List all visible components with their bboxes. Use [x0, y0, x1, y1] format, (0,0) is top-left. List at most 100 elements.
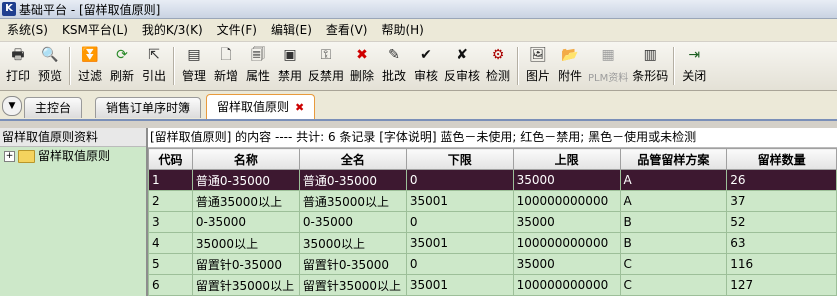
table-cell[interactable]: 37 [726, 190, 837, 212]
attachment-button[interactable]: 📂 附件 [554, 46, 586, 84]
check-button[interactable]: ⚙ 检测 [482, 46, 514, 84]
table-cell[interactable]: 0-35000 [298, 211, 407, 233]
column-header[interactable]: 品管留样方案 [619, 148, 728, 170]
table-cell[interactable]: 35000 [512, 253, 621, 275]
table-cell[interactable]: A [619, 190, 728, 212]
table-cell[interactable]: 116 [726, 253, 837, 275]
table-cell[interactable]: 留置针0-35000 [298, 253, 407, 275]
table-cell[interactable]: 留置针35000以上 [298, 274, 407, 296]
check-icon: ⚙ [491, 47, 505, 63]
enable-button[interactable]: ⚿ 反禁用 [306, 46, 346, 84]
column-header[interactable]: 名称 [191, 148, 300, 170]
table-cell[interactable]: 35001 [405, 232, 514, 254]
table-row[interactable]: 6 留置针35000以上 留置针35000以上 35001 100000000000 C 1… [148, 274, 837, 296]
table-cell[interactable]: 普通0-35000 [191, 169, 300, 191]
tab-list-dropdown-icon[interactable]: ▼ [2, 96, 22, 116]
menu-item[interactable]: 系统(S) [0, 19, 55, 41]
close-icon: ⇥ [688, 47, 701, 63]
table-cell[interactable]: 普通0-35000 [298, 169, 407, 191]
table-cell[interactable]: 127 [726, 274, 837, 296]
unapprove-button[interactable]: ✘ 反审核 [442, 46, 482, 84]
table-cell[interactable]: 1 [148, 169, 193, 191]
table-cell[interactable]: 100000000000 [512, 274, 621, 296]
table-row[interactable]: 4 35000以上 35000以上 35001 100000000000 B 63 [148, 232, 837, 254]
table-cell[interactable]: 5 [148, 253, 193, 275]
column-header[interactable]: 代码 [148, 148, 193, 170]
tab-main-console[interactable]: 主控台 [24, 97, 83, 118]
column-header[interactable]: 上限 [512, 148, 621, 170]
table-cell[interactable]: 100000000000 [512, 190, 621, 212]
tab-sales-order-list[interactable]: 销售订单序时簿 [95, 97, 202, 118]
table-row[interactable]: 2 普通35000以上 普通35000以上 35001 100000000000 A 37 [148, 190, 837, 212]
attachment-icon: 📂 [561, 47, 579, 63]
picture-button[interactable]: 🖼 图片 [522, 46, 554, 84]
table-cell[interactable]: 0-35000 [191, 211, 300, 233]
refresh-button[interactable]: ⟳ 刷新 [106, 46, 138, 84]
table-cell[interactable]: 63 [726, 232, 837, 254]
table-row[interactable]: 5 留置针0-35000 留置针0-35000 0 35000 C 116 [148, 253, 837, 275]
manage-icon: ▤ [187, 47, 201, 63]
table-cell[interactable]: 0 [405, 169, 514, 191]
delete-button[interactable]: ✖ 删除 [346, 46, 378, 84]
table-cell[interactable]: 35000 [512, 211, 621, 233]
export-button[interactable]: ⇱ 引出 [138, 46, 170, 84]
grid-pane: [留样取值原则] 的内容 ---- 共计: 6 条记录 [字体说明] 蓝色－未使… [148, 128, 837, 296]
table-cell[interactable]: 35001 [405, 274, 514, 296]
tab-sample-rule[interactable]: 留样取值原则 ✖ [206, 94, 316, 119]
tree-node-sample-rule[interactable]: + 留样取值原则 [0, 147, 146, 165]
barcode-button[interactable]: ▥ 条形码 [630, 46, 670, 84]
table-row[interactable]: 1 普通0-35000 普通0-35000 0 35000 A 26 [148, 169, 837, 191]
table-cell[interactable]: 52 [726, 211, 837, 233]
table-cell[interactable]: 普通35000以上 [191, 190, 300, 212]
table-cell[interactable]: 35000 [512, 169, 621, 191]
menu-item[interactable]: KSM平台(L) [55, 19, 135, 41]
toolbar-button-label: 反禁用 [308, 69, 345, 83]
tree-expand-icon[interactable]: + [4, 150, 15, 162]
data-grid: 代码 名称 全名 下限 上限 品管留样方案 留样数量 1 普通0-35000 普通0-35000… [148, 148, 837, 296]
menu-item[interactable]: 帮助(H) [374, 19, 430, 41]
table-cell[interactable]: 留置针0-35000 [191, 253, 300, 275]
table-cell[interactable]: 3 [148, 211, 193, 233]
menu-item[interactable]: 我的K/3(K) [135, 19, 210, 41]
tab-close-icon[interactable]: ✖ [295, 101, 304, 114]
table-cell[interactable]: A [619, 169, 728, 191]
table-cell[interactable]: B [619, 232, 728, 254]
toolbar-button-label: 刷新 [109, 69, 134, 83]
table-cell[interactable]: C [619, 274, 728, 296]
approve-button[interactable]: ✔ 审核 [410, 46, 442, 84]
table-cell[interactable]: 2 [148, 190, 193, 212]
table-cell[interactable]: 35000以上 [191, 232, 300, 254]
printer-button[interactable]: 🖶 打印 [2, 46, 34, 84]
menu-item[interactable]: 查看(V) [319, 19, 375, 41]
table-cell[interactable]: 0 [405, 211, 514, 233]
table-cell[interactable]: 100000000000 [512, 232, 621, 254]
filter-button[interactable]: ⏬ 过滤 [74, 46, 106, 84]
table-cell[interactable]: 26 [726, 169, 837, 191]
tab-label: 主控台 [35, 101, 72, 115]
preview-button[interactable]: 🔍 预览 [34, 46, 66, 84]
column-header[interactable]: 全名 [298, 148, 407, 170]
disable-button[interactable]: ▣ 禁用 [274, 46, 306, 84]
menu-item[interactable]: 编辑(E) [264, 19, 319, 41]
new-button[interactable]: 🗋 新增 [210, 46, 242, 84]
table-row[interactable]: 3 0-35000 0-35000 0 35000 B 52 [148, 211, 837, 233]
menu-item[interactable]: 文件(F) [210, 19, 264, 41]
table-cell[interactable]: 35001 [405, 190, 514, 212]
app-logo-icon: K [2, 2, 16, 16]
table-cell[interactable]: C [619, 253, 728, 275]
table-cell[interactable]: 0 [405, 253, 514, 275]
column-header[interactable]: 留样数量 [726, 148, 837, 170]
table-cell[interactable]: 普通35000以上 [298, 190, 407, 212]
properties-button[interactable]: 🗐 属性 [242, 46, 274, 84]
toolbar-button-label: 禁用 [277, 69, 302, 83]
table-cell[interactable]: 4 [148, 232, 193, 254]
table-cell[interactable]: B [619, 211, 728, 233]
column-header[interactable]: 下限 [405, 148, 514, 170]
table-cell[interactable]: 6 [148, 274, 193, 296]
table-cell[interactable]: 35000以上 [298, 232, 407, 254]
manage-button[interactable]: ▤ 管理 [178, 46, 210, 84]
batch-edit-button[interactable]: ✎ 批改 [378, 46, 410, 84]
close-button[interactable]: ⇥ 关闭 [678, 46, 710, 84]
table-cell[interactable]: 留置针35000以上 [191, 274, 300, 296]
folder-icon [18, 149, 35, 163]
